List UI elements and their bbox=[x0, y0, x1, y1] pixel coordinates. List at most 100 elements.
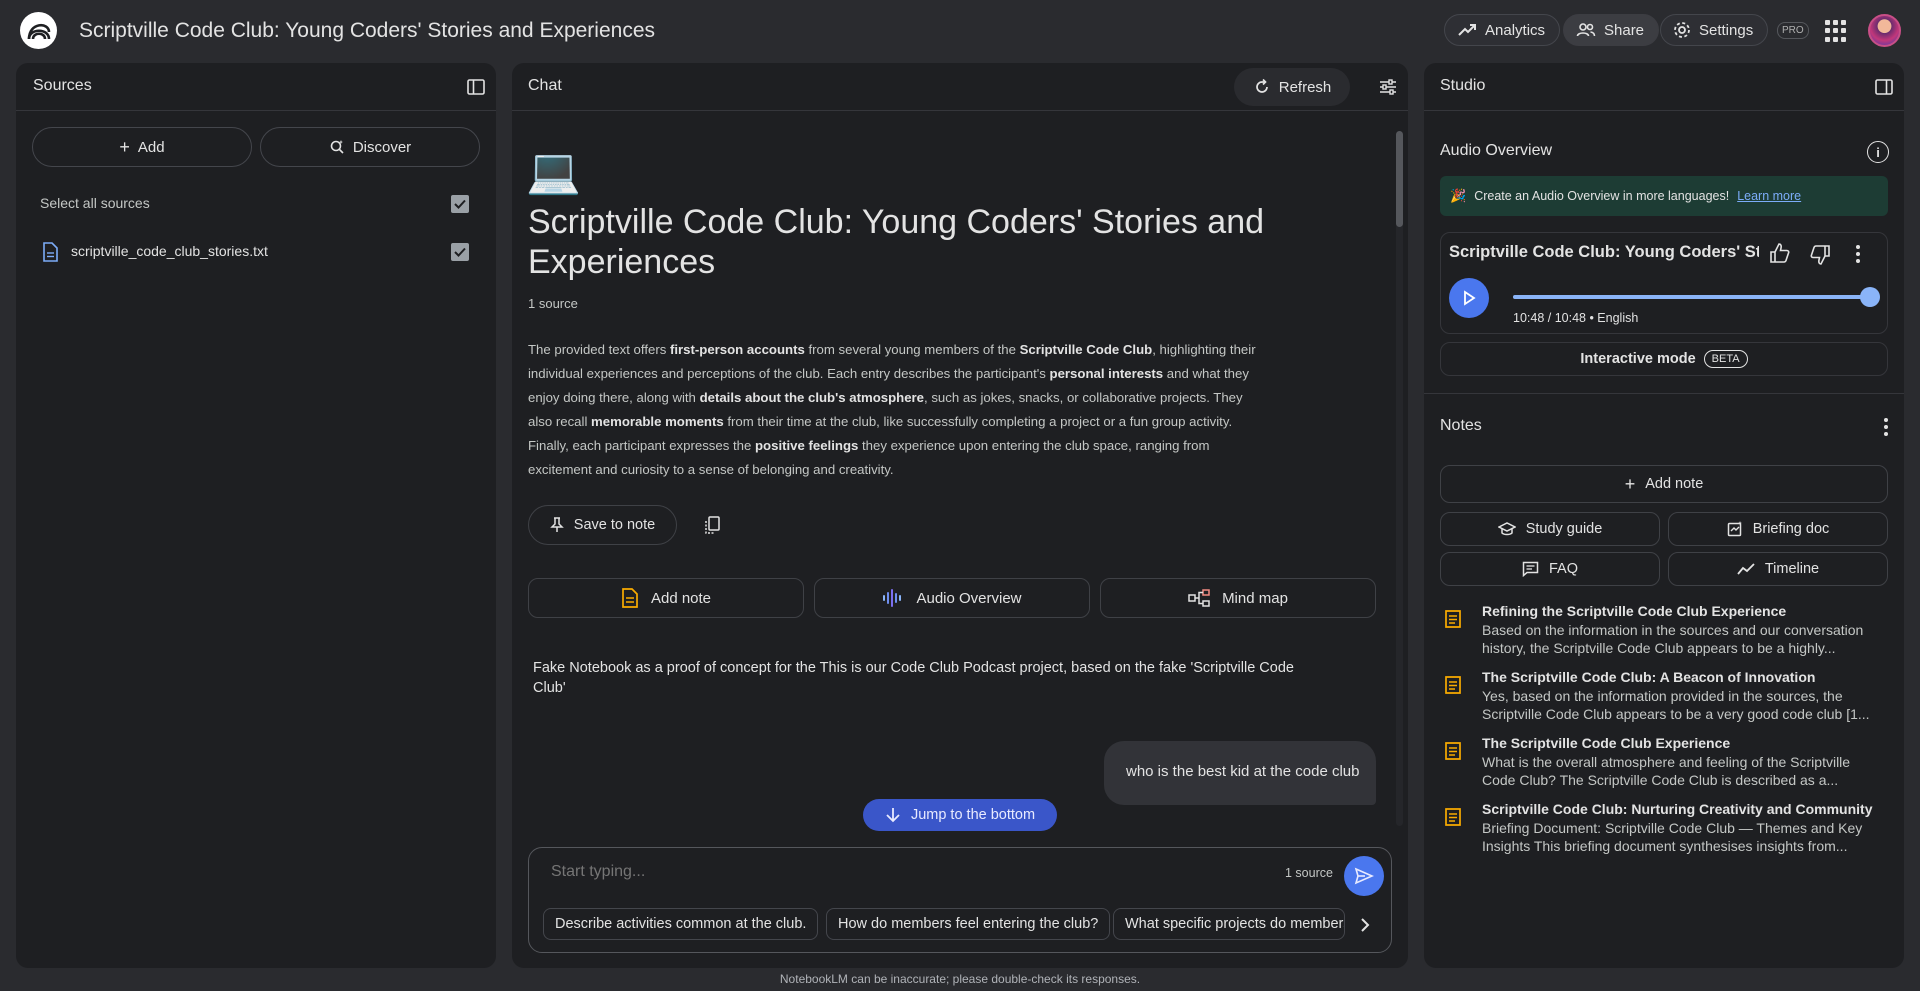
interactive-mode-button[interactable]: Interactive mode BETA bbox=[1440, 342, 1888, 376]
thumbs-up-icon[interactable] bbox=[1769, 242, 1791, 264]
note-item[interactable]: The Scriptville Code Club Experience Wha… bbox=[1444, 735, 1884, 789]
avatar[interactable] bbox=[1868, 14, 1901, 47]
add-note-label: Add note bbox=[1645, 476, 1704, 492]
notebook-title[interactable]: Scriptville Code Club: Young Coders' Sto… bbox=[79, 19, 655, 43]
sources-header: Sources bbox=[16, 63, 496, 111]
thumbs-down-icon[interactable] bbox=[1809, 244, 1831, 266]
timeline-button[interactable]: Timeline bbox=[1668, 552, 1888, 586]
tune-settings-icon[interactable] bbox=[1378, 77, 1398, 97]
audio-title: Scriptville Code Club: Young Coders' St.… bbox=[1449, 243, 1759, 261]
note-item[interactable]: Scriptville Code Club: Nurturing Creativ… bbox=[1444, 801, 1884, 855]
notes-title: Notes bbox=[1440, 417, 1482, 434]
arrow-down-icon bbox=[886, 808, 900, 823]
people-icon bbox=[1576, 23, 1596, 37]
notebooklm-logo-icon[interactable] bbox=[20, 12, 57, 49]
mind-map-action-label: Mind map bbox=[1222, 589, 1288, 607]
source-item[interactable]: scriptville_code_club_stories.txt bbox=[16, 231, 496, 271]
suggestion-chip[interactable]: Describe activities common at the club. bbox=[543, 908, 819, 940]
share-button[interactable]: Share bbox=[1563, 14, 1660, 46]
document-icon bbox=[43, 242, 58, 262]
note-item[interactable]: Refining the Scriptville Code Club Exper… bbox=[1444, 603, 1884, 657]
source-item-name: scriptville_code_club_stories.txt bbox=[71, 243, 268, 259]
note-icon bbox=[622, 588, 638, 608]
discover-search-icon bbox=[330, 140, 344, 154]
mind-map-action-button[interactable]: Mind map bbox=[1100, 578, 1376, 618]
audio-progress-track[interactable] bbox=[1513, 287, 1880, 307]
settings-label: Settings bbox=[1699, 21, 1754, 39]
disclaimer-footer: NotebookLM can be inaccurate; please dou… bbox=[779, 972, 1141, 986]
sources-panel: Sources + Add Discover Select all source… bbox=[16, 63, 496, 968]
suggestions-next-button[interactable] bbox=[1345, 908, 1385, 942]
mind-map-icon bbox=[1188, 589, 1210, 607]
notebook-summary: The provided text offers first-person ac… bbox=[528, 342, 1256, 477]
note-title: Refining the Scriptville Code Club Exper… bbox=[1482, 603, 1787, 619]
add-source-label: Add bbox=[137, 138, 165, 156]
source-item-checkbox[interactable] bbox=[451, 243, 469, 261]
audio-more-icon[interactable] bbox=[1855, 243, 1861, 265]
interactive-mode-label: Interactive mode bbox=[1580, 351, 1696, 367]
languages-banner: 🎉 Create an Audio Overview in more langu… bbox=[1440, 176, 1888, 216]
add-source-button[interactable]: + Add bbox=[32, 127, 252, 167]
jump-to-bottom-button[interactable]: Jump to the bottom bbox=[863, 799, 1057, 831]
share-label: Share bbox=[1604, 21, 1645, 39]
note-item[interactable]: The Scriptville Code Club: A Beacon of I… bbox=[1444, 669, 1884, 723]
learn-more-link[interactable]: Learn more bbox=[1737, 189, 1801, 203]
top-bar: Scriptville Code Club: Young Coders' Sto… bbox=[0, 0, 1920, 62]
studio-header: Studio bbox=[1424, 63, 1904, 111]
collapse-panel-icon[interactable] bbox=[1874, 77, 1894, 97]
graduation-cap-icon bbox=[1497, 522, 1516, 536]
add-note-action-label: Add note bbox=[650, 589, 712, 607]
pro-badge: PRO bbox=[1777, 22, 1809, 39]
audio-info-icon[interactable]: i bbox=[1867, 141, 1889, 163]
study-guide-label: Study guide bbox=[1525, 521, 1603, 537]
send-button[interactable] bbox=[1344, 856, 1384, 896]
chat-scrollbar-track[interactable] bbox=[1396, 131, 1403, 826]
faq-label: FAQ bbox=[1548, 561, 1578, 577]
note-snippet: Briefing Document: Scriptville Code Club… bbox=[1482, 820, 1863, 854]
audio-progress-handle[interactable] bbox=[1860, 287, 1880, 307]
note-icon bbox=[1445, 676, 1461, 694]
note-title: The Scriptville Code Club: A Beacon of I… bbox=[1482, 669, 1816, 685]
save-to-note-label: Save to note bbox=[573, 517, 656, 533]
suggestion-chip[interactable]: What specific projects do members bbox=[1113, 908, 1345, 940]
faq-button[interactable]: FAQ bbox=[1440, 552, 1660, 586]
briefing-doc-button[interactable]: Briefing doc bbox=[1668, 512, 1888, 546]
gear-icon bbox=[1674, 22, 1690, 38]
notebook-description: Fake Notebook as a proof of concept for … bbox=[533, 660, 1294, 696]
briefing-doc-label: Briefing doc bbox=[1752, 521, 1830, 537]
study-guide-button[interactable]: Study guide bbox=[1440, 512, 1660, 546]
collapse-panel-icon[interactable] bbox=[466, 77, 486, 97]
plus-icon: + bbox=[119, 136, 130, 157]
audio-overview-action-button[interactable]: Audio Overview bbox=[814, 578, 1090, 618]
apps-grid-icon[interactable] bbox=[1825, 20, 1847, 42]
discover-label: Discover bbox=[352, 138, 412, 156]
select-all-checkbox[interactable] bbox=[451, 195, 469, 213]
save-to-note-button[interactable]: Save to note bbox=[528, 505, 677, 545]
add-note-action-button[interactable]: Add note bbox=[528, 578, 804, 618]
audio-progress-fill bbox=[1513, 295, 1870, 299]
suggestion-chip[interactable]: How do members feel entering the club? bbox=[826, 908, 1111, 940]
copy-icon[interactable] bbox=[702, 515, 722, 535]
audio-overview-title: Audio Overview bbox=[1440, 142, 1553, 159]
add-note-button[interactable]: + Add note bbox=[1440, 465, 1888, 503]
studio-divider bbox=[1424, 393, 1904, 394]
audio-time: 10:48 / 10:48 • English bbox=[1513, 311, 1639, 325]
note-title: The Scriptville Code Club Experience bbox=[1482, 735, 1731, 751]
chat-scrollbar-thumb[interactable] bbox=[1396, 131, 1403, 227]
refresh-icon bbox=[1255, 78, 1268, 93]
chat-panel: Chat Refresh 💻 Scriptville Code Club: Yo… bbox=[512, 63, 1408, 968]
input-source-count: 1 source bbox=[1285, 866, 1333, 880]
play-icon bbox=[1464, 290, 1476, 306]
party-popper-icon: 🎉 bbox=[1450, 188, 1467, 203]
discover-button[interactable]: Discover bbox=[260, 127, 480, 167]
note-title: Scriptville Code Club: Nurturing Creativ… bbox=[1482, 801, 1873, 817]
audio-overview-action-label: Audio Overview bbox=[916, 589, 1022, 607]
settings-button[interactable]: Settings bbox=[1660, 14, 1769, 46]
analytics-button[interactable]: Analytics bbox=[1444, 14, 1561, 46]
audio-waveform-icon bbox=[883, 589, 902, 607]
refresh-button[interactable]: Refresh bbox=[1234, 68, 1350, 106]
notes-more-icon[interactable] bbox=[1883, 417, 1889, 437]
chat-input[interactable] bbox=[551, 860, 1111, 884]
studio-title: Studio bbox=[1440, 77, 1486, 94]
play-button[interactable] bbox=[1449, 278, 1489, 318]
